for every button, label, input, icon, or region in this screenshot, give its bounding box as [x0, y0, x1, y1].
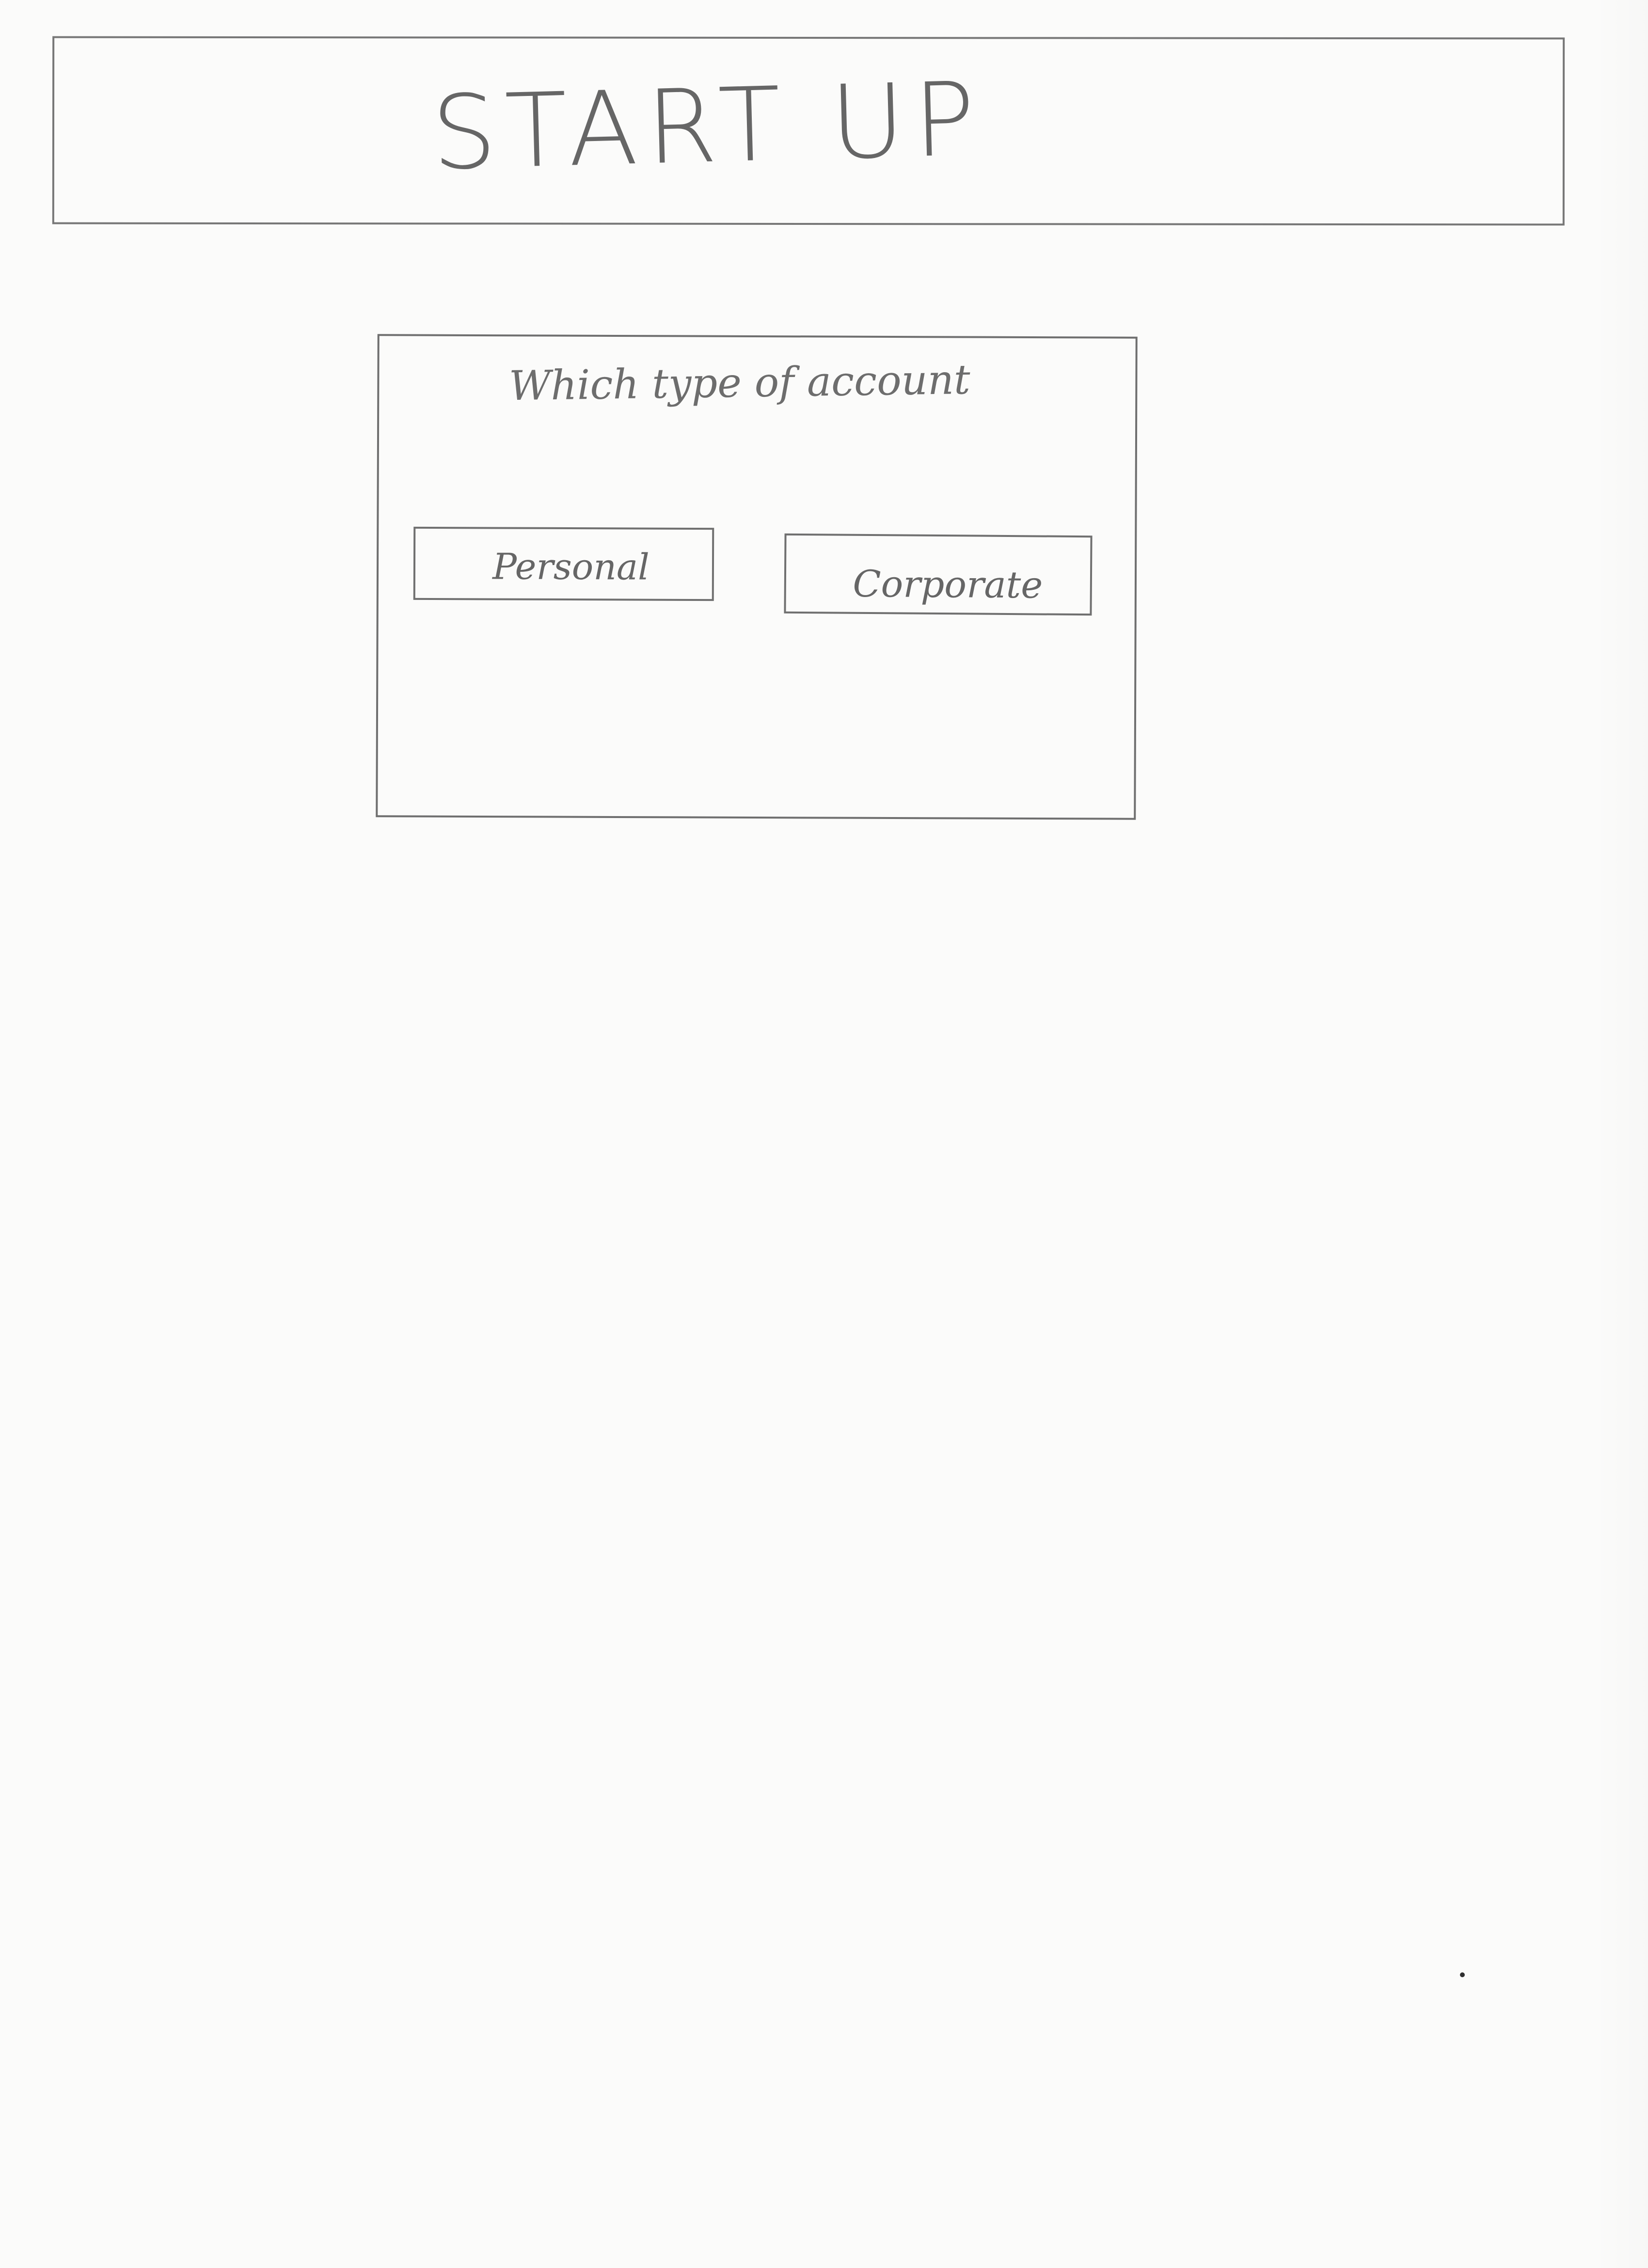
corporate-account-button[interactable]: Corporate [784, 533, 1093, 616]
app-title: START UP [430, 59, 985, 193]
dialog-title: Which type of account [508, 356, 971, 410]
paper-speck [1460, 1972, 1465, 1977]
personal-account-button[interactable]: Personal [413, 526, 714, 601]
paper-edge [1595, 0, 1648, 2268]
